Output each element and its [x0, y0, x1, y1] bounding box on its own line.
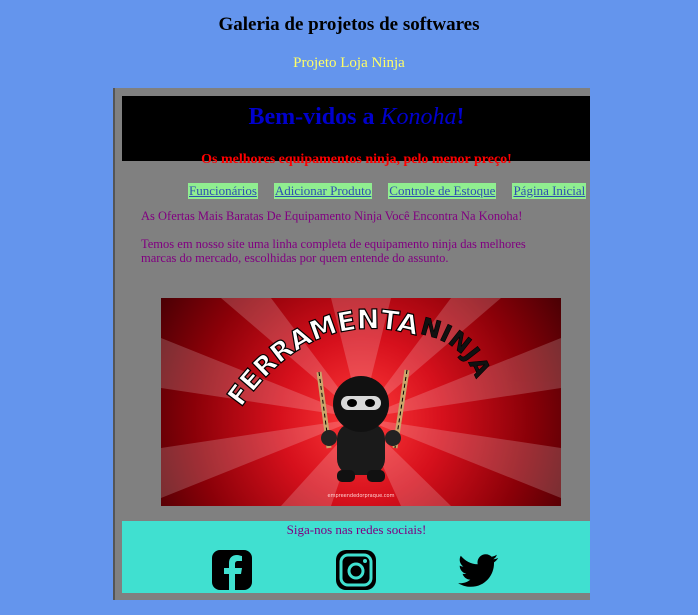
- nav-adicionar-produto[interactable]: Adicionar Produto: [273, 183, 373, 199]
- welcome-suffix: !: [456, 104, 465, 130]
- project-preview-frame[interactable]: Bem-vidos a Konoha! Os melhores equipame…: [113, 88, 590, 600]
- twitter-icon[interactable]: [458, 549, 500, 591]
- site-nav: Funcionários Adicionar Produto Controle …: [188, 183, 588, 199]
- nav-pagina-inicial[interactable]: Página Inicial: [512, 183, 587, 199]
- banner-credit: empreendedorpraque.com: [328, 493, 395, 499]
- gallery-title: Galeria de projetos de softwares: [218, 14, 480, 35]
- welcome-village: Konoha: [380, 104, 457, 130]
- site-footer: Siga-nos nas redes sociais!: [122, 521, 590, 593]
- project-link[interactable]: Projeto Loja Ninja: [0, 55, 698, 72]
- follow-text: Siga-nos nas redes sociais!: [286, 522, 427, 537]
- facebook-icon[interactable]: [211, 549, 253, 591]
- welcome-heading: Bem-vidos a Konoha!: [122, 104, 590, 131]
- intro-text: Temos em nosso site uma linha completa d…: [141, 237, 526, 265]
- banner-graphic: FERRAMENTAS NINJA empreendedorpraq: [161, 298, 561, 506]
- instagram-icon[interactable]: [335, 549, 377, 591]
- nav-funcionarios[interactable]: Funcionários: [188, 183, 258, 199]
- tagline: Os melhores equipamentos ninja, pelo men…: [201, 152, 512, 167]
- ninja-tools-banner: FERRAMENTAS NINJA empreendedorpraq: [161, 298, 561, 506]
- site-header: Bem-vidos a Konoha! Os melhores equipame…: [122, 96, 590, 167]
- offer-text: As Ofertas Mais Baratas De Equipamento N…: [141, 209, 523, 223]
- welcome-prefix: Bem-vidos a: [248, 104, 381, 130]
- nav-controle-estoque[interactable]: Controle de Estoque: [388, 183, 497, 199]
